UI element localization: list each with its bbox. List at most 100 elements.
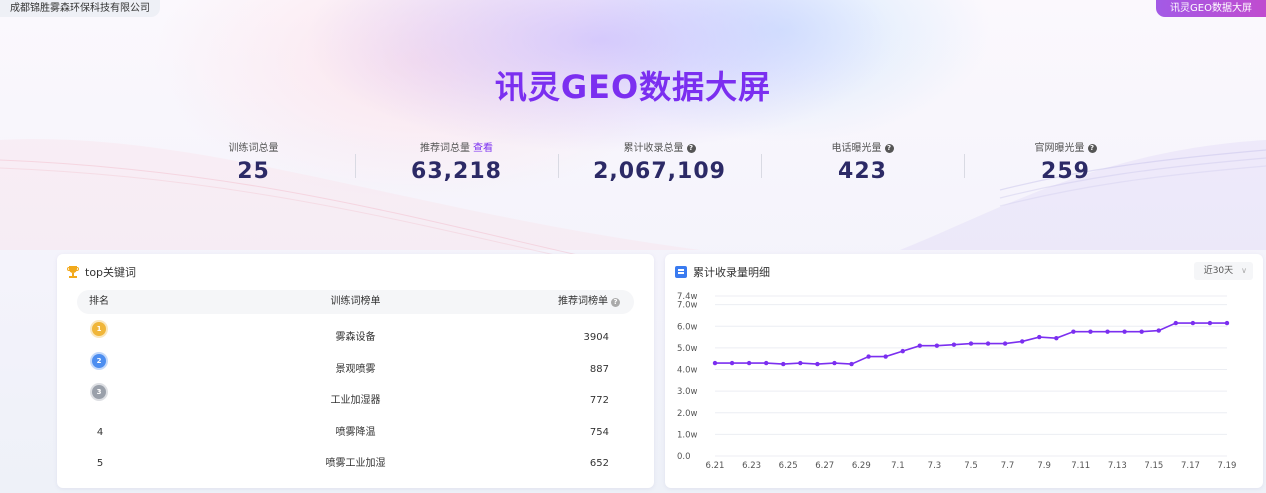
keyword-count: 772: [589, 395, 609, 407]
y-tick-label: 1.0w: [677, 430, 698, 440]
date-range-select[interactable]: 近30天 ∨: [1193, 262, 1253, 280]
column-recommended-list: 推荐词榜单?: [558, 290, 620, 314]
view-link[interactable]: 查看: [473, 143, 493, 154]
x-tick-label: 7.15: [1144, 461, 1163, 471]
data-point: [883, 354, 888, 359]
chevron-down-icon: ∨: [1241, 266, 1247, 275]
data-point: [832, 360, 837, 366]
y-tick-label: 7.4w: [677, 292, 698, 302]
y-tick-label: 2.0w: [677, 409, 698, 419]
data-point: [1173, 320, 1178, 326]
trophy-icon: [67, 265, 79, 279]
data-point: [1020, 339, 1025, 344]
data-point: [1207, 320, 1213, 326]
help-icon[interactable]: ?: [1087, 143, 1097, 153]
help-icon[interactable]: ?: [884, 143, 894, 153]
data-point: [1190, 320, 1196, 326]
data-point: [781, 361, 786, 367]
data-point: [1054, 335, 1059, 341]
data-point: [1139, 329, 1144, 334]
keyword-count: 652: [589, 458, 609, 470]
x-tick-label: 7.3: [928, 461, 942, 471]
keyword: 雾森设备: [335, 332, 376, 343]
y-tick-label: 3.0w: [677, 387, 698, 397]
table-row: 3 工业加湿器 772: [77, 385, 634, 417]
x-tick-label: 6.21: [706, 461, 725, 471]
data-point: [746, 360, 752, 366]
help-icon[interactable]: ?: [611, 297, 620, 307]
stat-label: 官网曝光量: [1034, 143, 1085, 154]
data-point: [968, 341, 974, 346]
x-tick-label: 6.29: [852, 461, 871, 471]
stat-value: 2,067,109: [593, 159, 726, 184]
data-point: [1088, 329, 1093, 334]
data-point: [866, 354, 871, 359]
data-point: [934, 343, 940, 348]
data-point: [900, 348, 905, 354]
y-tick-label: 5.0w: [677, 344, 698, 354]
data-point: [764, 360, 769, 366]
indexed-detail-card: 累计收录量明细 近30天 ∨ 0.0 1.0w 2.0w 3.0w 4.0w 5.0w 6.…: [665, 254, 1263, 488]
keyword-count: 887: [589, 363, 609, 375]
keyword: 喷雾工业加湿: [325, 458, 386, 470]
stats-bar: 训练词总量 25 推荐词总量 查看 63,218 累计收录总量? 2,067,10…: [152, 142, 1167, 190]
stat-label: 推荐词总量: [420, 143, 470, 154]
card-title: top关键词: [85, 266, 137, 279]
table-row: 5 喷雾工业加湿 652: [77, 448, 634, 480]
stat-label: 训练词总量: [228, 143, 279, 154]
y-tick-label: 7.0w: [677, 301, 698, 311]
keyword-count: 754: [589, 426, 609, 438]
data-point: [1156, 328, 1161, 333]
column-label: 推荐词榜单: [558, 296, 608, 307]
data-point: [849, 361, 854, 367]
stat-value: 63,218: [411, 159, 502, 184]
table-header: 排名 训练词榜单 推荐词榜单?: [77, 290, 634, 314]
company-name: 成都锦胜雾森环保科技有限公司: [0, 0, 160, 17]
screen-badge-button[interactable]: 讯灵GEO数据大屏: [1156, 0, 1266, 17]
trend-line-chart: 0.0 1.0w 2.0w 3.0w 4.0w 5.0w 6.0w 7.0w7.4w 6.21 6…: [677, 292, 1237, 471]
stat-value: 259: [1041, 159, 1090, 184]
x-tick-label: 7.5: [964, 461, 978, 471]
x-tick-label: 7.19: [1218, 461, 1237, 471]
table-row: 2 景观喷雾 887: [77, 353, 634, 386]
stat-phone-exposure: 电话曝光量? 423: [761, 142, 964, 190]
range-label: 近30天: [1203, 266, 1234, 276]
x-tick-label: 7.9: [1037, 461, 1051, 471]
data-point: [1002, 341, 1008, 346]
y-tick-label: 4.0w: [677, 366, 698, 376]
data-point: [951, 342, 957, 347]
data-point: [1105, 329, 1110, 334]
chart-icon: [675, 266, 687, 278]
keyword: 景观喷雾: [335, 363, 376, 375]
x-tick-label: 7.13: [1108, 461, 1127, 471]
stat-label: 电话曝光量: [831, 143, 882, 154]
data-point: [729, 360, 735, 366]
data-point: [917, 343, 922, 348]
help-icon[interactable]: ?: [686, 143, 696, 153]
x-tick-label: 7.1: [891, 461, 905, 471]
data-point: [1122, 329, 1127, 334]
stat-label: 累计收录总量: [623, 143, 684, 154]
keyword-count: 3904: [583, 332, 609, 343]
top-keywords-card: top关键词 排名 训练词榜单 推荐词榜单? 1 雾森设备 3904 2 景观喷…: [57, 254, 654, 488]
data-point: [798, 360, 803, 366]
table-row: 1 雾森设备 3904: [77, 322, 634, 354]
x-tick-label: 6.27: [815, 461, 834, 471]
data-point: [1224, 320, 1230, 326]
keyword: 喷雾降温: [335, 426, 376, 438]
stat-training-words: 训练词总量 25: [152, 142, 355, 190]
table-row: 4 喷雾降温 754: [77, 417, 634, 449]
x-tick-label: 6.23: [742, 461, 761, 471]
stat-total-indexed: 累计收录总量? 2,067,109: [558, 142, 761, 190]
stat-website-exposure: 官网曝光量? 259: [964, 142, 1167, 190]
y-tick-label: 6.0w: [677, 322, 698, 332]
data-point: [1071, 329, 1076, 334]
y-tick-label: 0.0: [677, 452, 691, 462]
data-point: [712, 360, 718, 366]
x-tick-label: 7.11: [1071, 461, 1090, 471]
stat-recommended-words: 推荐词总量 查看 63,218: [355, 142, 558, 190]
x-tick-label: 7.17: [1181, 461, 1200, 471]
x-tick-label: 7.7: [1001, 461, 1015, 471]
keyword: 工业加湿器: [330, 395, 381, 407]
x-tick-label: 6.25: [779, 461, 798, 471]
